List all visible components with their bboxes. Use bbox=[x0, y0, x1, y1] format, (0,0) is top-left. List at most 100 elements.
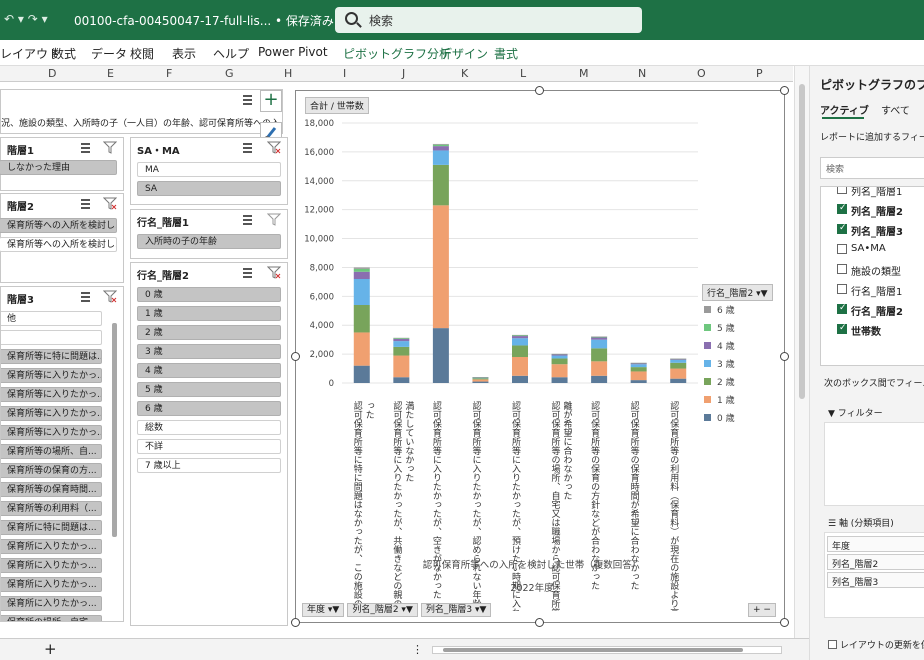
slicer-item[interactable]: 保育所等に入りたかっ... bbox=[1, 425, 102, 440]
slicer-item[interactable]: 1 歳 bbox=[137, 306, 281, 321]
field-item[interactable]: SA•MA bbox=[837, 243, 886, 254]
slicer-item[interactable]: 2 歳 bbox=[137, 325, 281, 340]
chart-elements-plus-icon[interactable]: + bbox=[260, 90, 282, 112]
slicer-item[interactable]: 保育所に入りたかっ... bbox=[1, 577, 102, 592]
column-header[interactable]: N bbox=[638, 67, 646, 80]
resize-handle[interactable] bbox=[535, 618, 544, 627]
slicer-row-level1[interactable]: 行名_階層1 入所時の子の年齢 bbox=[130, 209, 288, 259]
clear-filter-icon[interactable] bbox=[103, 141, 117, 154]
field-checkbox[interactable] bbox=[837, 187, 847, 194]
field-checkbox[interactable] bbox=[837, 203, 847, 214]
resize-handle[interactable] bbox=[291, 618, 300, 627]
slicer-item[interactable]: 保育所等に入りたかっ... bbox=[1, 368, 102, 383]
slicer-row-level2[interactable]: 行名_階層2 0 歳 1 歳 2 歳 3 歳 4 歳 5 歳 6 歳総数 不詳 7 歳以上 bbox=[130, 262, 288, 626]
multiselect-icon[interactable] bbox=[239, 266, 253, 278]
clear-filter-icon[interactable] bbox=[103, 290, 117, 303]
slicer-item[interactable]: 保育所等に入りたかっ... bbox=[1, 387, 102, 402]
column-header[interactable]: J bbox=[402, 67, 405, 80]
column-header[interactable]: G bbox=[225, 67, 234, 80]
field-item[interactable]: 列名_階層1 bbox=[837, 187, 902, 198]
ribbon-tab[interactable]: デザイン bbox=[440, 45, 488, 62]
slicer-item[interactable]: 7 歳以上 bbox=[137, 458, 281, 473]
field-item[interactable]: 列名_階層3 bbox=[837, 223, 903, 238]
add-sheet-icon[interactable]: + bbox=[44, 640, 57, 658]
slicer-item[interactable]: 保育所等への入所を検討し... bbox=[0, 218, 117, 233]
multiselect-icon[interactable] bbox=[77, 141, 91, 153]
scroll-thumb[interactable] bbox=[799, 84, 805, 399]
slicer-col-level1[interactable]: 階層1 しなかった理由 bbox=[0, 137, 124, 191]
resize-handle[interactable] bbox=[780, 86, 789, 95]
column-header[interactable]: F bbox=[166, 67, 172, 80]
slicer-item[interactable]: 6 歳 bbox=[137, 401, 281, 416]
slicer-item[interactable]: 保育所等に入りたかっ... bbox=[1, 406, 102, 421]
slicer-item[interactable]: 保育所等の利用料（... bbox=[1, 501, 102, 516]
column-header[interactable]: I bbox=[343, 67, 346, 80]
multiselect-icon[interactable] bbox=[239, 93, 253, 105]
ribbon-tab[interactable]: 校閲 bbox=[130, 45, 154, 62]
ribbon-tab[interactable]: Power Pivot bbox=[258, 45, 328, 59]
ribbon-tab[interactable]: ヘルプ bbox=[213, 45, 249, 62]
slicer-item[interactable]: 保育所に入りたかっ... bbox=[1, 539, 102, 554]
slicer-item[interactable]: 0 歳 bbox=[137, 287, 281, 302]
clear-filter-icon[interactable] bbox=[267, 266, 281, 279]
h-scroll-thumb[interactable] bbox=[443, 648, 743, 652]
column-header[interactable]: K bbox=[461, 67, 468, 80]
ribbon-tab[interactable]: 書式 bbox=[494, 45, 518, 62]
ribbon-tab[interactable]: ピボットグラフ分析 bbox=[343, 45, 451, 62]
slicer-top[interactable]: 況、施設の類型、入所時の子（一人目）の年齢、認可保育所等への入 bbox=[0, 89, 283, 134]
vertical-scrollbar[interactable] bbox=[794, 66, 809, 638]
axis-item[interactable]: 年度 bbox=[827, 536, 924, 552]
slicer-item[interactable]: 総数 bbox=[137, 420, 281, 435]
field-item[interactable]: 行名_階層2 bbox=[837, 303, 903, 318]
field-checkbox[interactable] bbox=[837, 303, 847, 314]
axis-field-button[interactable]: 列名_階層2 ▾▼ bbox=[347, 603, 418, 617]
field-checkbox[interactable] bbox=[837, 323, 847, 334]
resize-handle[interactable] bbox=[535, 86, 544, 95]
slicer-item[interactable]: 保育所等の場所、自... bbox=[1, 444, 102, 459]
field-search-input[interactable]: 検索 bbox=[820, 157, 924, 179]
axis-item[interactable]: 列名_階層2 bbox=[827, 554, 924, 570]
resize-handle[interactable] bbox=[291, 352, 300, 361]
clear-filter-icon[interactable] bbox=[267, 141, 281, 154]
column-header[interactable]: D bbox=[48, 67, 56, 80]
axis-field-button[interactable]: 列名_階層3 ▾▼ bbox=[420, 603, 492, 617]
horizontal-scrollbar[interactable] bbox=[432, 646, 782, 654]
multiselect-icon[interactable] bbox=[239, 213, 253, 225]
multiselect-icon[interactable] bbox=[77, 197, 91, 209]
field-list[interactable]: 列名_階層1 列名_階層2 列名_階層3 SA•MA 施設の類型行名_階層1 行名_階層2… bbox=[820, 186, 924, 366]
column-header[interactable]: H bbox=[284, 67, 292, 80]
slicer-item[interactable]: 保育所等の保育時間... bbox=[1, 482, 102, 497]
clear-filter-icon[interactable] bbox=[267, 213, 281, 226]
slicer-item[interactable]: 5 歳 bbox=[137, 382, 281, 397]
slicer-sa-ma[interactable]: SA・MA MA SA bbox=[130, 137, 288, 205]
defer-update[interactable]: レイアウトの更新を保 bbox=[828, 638, 924, 651]
column-header[interactable]: O bbox=[697, 67, 706, 80]
defer-checkbox[interactable] bbox=[828, 640, 837, 649]
field-item[interactable]: 列名_階層2 bbox=[837, 203, 903, 218]
slicer-item[interactable]: 保育所等への入所を検討し... bbox=[0, 237, 117, 252]
slicer-item[interactable]: 4 歳 bbox=[137, 363, 281, 378]
search-box[interactable]: 検索 bbox=[335, 7, 642, 33]
slicer-item[interactable]: 3 歳 bbox=[137, 344, 281, 359]
field-checkbox[interactable] bbox=[837, 244, 847, 254]
file-name[interactable]: 00100-cfa-00450047-17-full-lis... • 保存済み… bbox=[74, 12, 347, 29]
column-header[interactable]: M bbox=[579, 67, 589, 80]
resize-handle[interactable] bbox=[780, 618, 789, 627]
column-header[interactable]: L bbox=[520, 67, 526, 80]
expand-collapse-buttons[interactable]: + − bbox=[748, 603, 776, 617]
axis-item[interactable]: 列名_階層3 bbox=[827, 572, 924, 588]
slicer-item[interactable]: SA bbox=[137, 181, 281, 196]
resize-handle[interactable] bbox=[780, 352, 789, 361]
sheet-scroll-menu-icon[interactable]: ⋮ bbox=[412, 643, 423, 656]
tab-all[interactable]: すべて bbox=[881, 102, 910, 117]
axis-field-button[interactable]: 年度 ▾▼ bbox=[302, 603, 345, 617]
field-item[interactable]: 世帯数 bbox=[837, 323, 881, 338]
field-checkbox[interactable] bbox=[837, 284, 847, 294]
slicer-item[interactable]: MA bbox=[137, 162, 281, 177]
multiselect-icon[interactable] bbox=[77, 290, 91, 302]
slicer-scrollbar[interactable] bbox=[112, 323, 117, 537]
slicer-item[interactable]: 保育所に入りたかっ... bbox=[1, 558, 102, 573]
column-header[interactable]: P bbox=[756, 67, 763, 80]
slicer-item[interactable]: 保育所の場所、自宅... bbox=[1, 615, 102, 621]
slicer-item[interactable]: しなかった理由 bbox=[0, 160, 117, 175]
